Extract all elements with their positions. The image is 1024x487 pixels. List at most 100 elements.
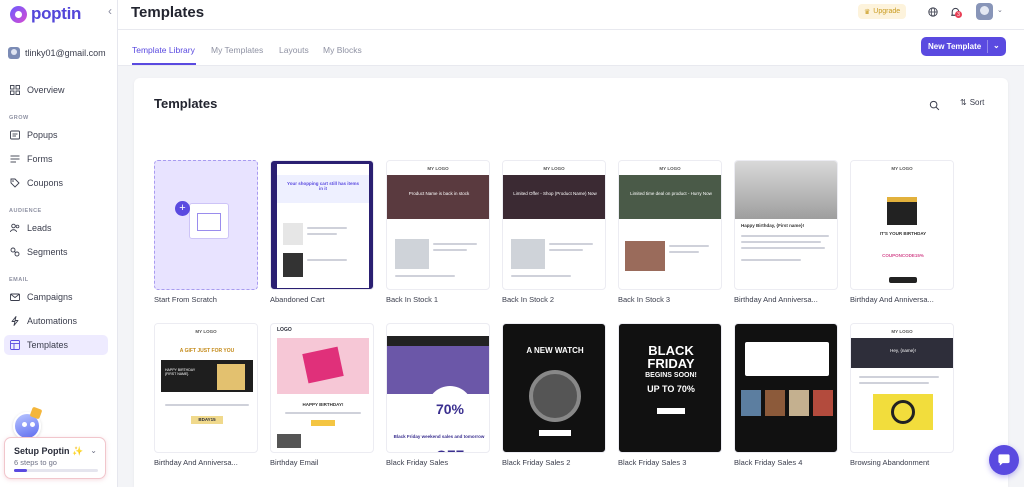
sidebar-item-leads[interactable]: Leads (4, 218, 108, 238)
template-label: Birthday And Anniversa... (734, 295, 818, 304)
thumb-headline: IT'S YOUR BIRTHDAY (879, 231, 927, 236)
tab-layouts[interactable]: Layouts (279, 45, 309, 55)
mascot-avatar (13, 412, 41, 440)
new-template-label: New Template (928, 42, 982, 51)
sidebar-item-campaigns[interactable]: Campaigns (4, 287, 108, 307)
template-label: Back In Stock 1 (386, 295, 439, 304)
template-thumbnail[interactable]: A NEW WATCH (502, 323, 606, 453)
template-thumbnail[interactable]: MY LOGO Limited Offer - Shop (Product Na… (502, 160, 606, 290)
setup-progress-fill (14, 469, 27, 472)
template-thumbnail[interactable]: MY LOGO Limited time deal on product - H… (618, 160, 722, 290)
thumb-headline: Limited time deal on product - Hurry Now (630, 191, 712, 196)
thumb-coupon: COUPONCODE15% (882, 253, 924, 258)
thumb-discount: UP TO 70% (647, 384, 695, 394)
template-card-black-friday-2[interactable]: A NEW WATCH Black Friday Sales 2 (502, 323, 606, 467)
popup-window-icon (10, 130, 20, 140)
thumb-subhead: HAPPY BIRTHDAY {FIRST NAME} (165, 368, 196, 376)
thumb-subhead: Black Friday weekend sales and tomorrow (393, 434, 485, 439)
chevron-down-icon[interactable]: ⌄ (997, 6, 1003, 14)
page-title: Templates (131, 4, 205, 21)
thumb-headline: A GIFT JUST FOR YOU (179, 348, 235, 354)
tab-my-blocks[interactable]: My Blocks (323, 45, 362, 55)
template-thumbnail[interactable]: MY LOGO A GIFT JUST FOR YOU HAPPY BIRTHD… (154, 323, 258, 453)
sidebar-item-label: Leads (27, 223, 52, 233)
active-tab-indicator (132, 63, 196, 65)
new-template-button[interactable]: New Template ⌄ (921, 37, 1006, 56)
tab-template-library[interactable]: Template Library (132, 45, 195, 55)
template-thumbnail[interactable]: LOGO HAPPY BIRTHDAY! (270, 323, 374, 453)
template-thumbnail[interactable]: MY LOGO Product Name is back in stock (386, 160, 490, 290)
template-label: Black Friday Sales 3 (618, 458, 687, 467)
watch-icon (529, 370, 581, 422)
template-thumbnail[interactable]: MY LOGO Hey, {name}! (850, 323, 954, 453)
thumb-logo: MY LOGO (387, 161, 489, 175)
globe-icon[interactable] (926, 5, 940, 19)
template-label: Back In Stock 2 (502, 295, 555, 304)
template-label: Birthday And Anniversa... (154, 458, 238, 467)
template-icon (10, 340, 20, 350)
template-thumbnail[interactable]: 70% OFF Black Friday weekend sales and t… (386, 323, 490, 453)
template-card-black-friday-3[interactable]: BLACK FRIDAY BEGINS SOON! UP TO 70% Blac… (618, 323, 722, 467)
template-card-birthday-3[interactable]: MY LOGO A GIFT JUST FOR YOU HAPPY BIRTHD… (154, 323, 258, 467)
template-card-back-in-stock-2[interactable]: MY LOGO Limited Offer - Shop (Product Na… (502, 160, 606, 304)
mail-icon (10, 292, 20, 302)
button-divider (987, 40, 988, 53)
thumb-logo: MY LOGO (851, 161, 953, 175)
sidebar-item-coupons[interactable]: Coupons (4, 173, 108, 193)
sidebar-item-segments[interactable]: Segments (4, 242, 108, 262)
template-card-back-in-stock-1[interactable]: MY LOGO Product Name is back in stock Ba… (386, 160, 490, 304)
template-card-back-in-stock-3[interactable]: MY LOGO Limited time deal on product - H… (618, 160, 722, 304)
thumb-subhead: BEGINS SOON! (645, 372, 697, 379)
template-thumbnail[interactable] (734, 323, 838, 453)
account-switcher[interactable]: tlinky01@gmail.com (8, 47, 106, 59)
sidebar-item-automations[interactable]: Automations (4, 311, 108, 331)
sidebar-item-forms[interactable]: Forms (4, 149, 108, 169)
template-label: Abandoned Cart (270, 295, 325, 304)
template-thumbnail[interactable]: Happy Birthday, {First name}! (734, 160, 838, 290)
template-thumbnail[interactable]: + (154, 160, 258, 290)
upgrade-button[interactable]: ♛ Upgrade (858, 4, 907, 19)
headphones-icon (891, 400, 915, 424)
thumb-headline: BLACK FRIDAY (647, 343, 695, 371)
sidebar-item-label: Overview (27, 85, 65, 95)
template-thumbnail[interactable]: Your shopping cart still has items in it (270, 160, 374, 290)
template-label: Birthday And Anniversa... (850, 295, 934, 304)
sidebar-item-popups[interactable]: Popups (4, 125, 108, 145)
template-thumbnail[interactable]: MY LOGO IT'S YOUR BIRTHDAY COUPONCODE15% (850, 160, 954, 290)
setup-title: Setup Poptin ✨ (14, 446, 84, 456)
chevron-down-icon[interactable]: ⌄ (993, 41, 1000, 50)
section-label-audience: AUDIENCE (9, 208, 42, 214)
collapse-sidebar-icon[interactable]: ‹ (108, 4, 112, 18)
sidebar-item-label: Campaigns (27, 292, 73, 302)
gift-icon (887, 197, 917, 225)
bell-icon[interactable]: 3 (948, 5, 962, 19)
chat-support-button[interactable] (989, 445, 1019, 475)
template-thumbnail[interactable]: BLACK FRIDAY BEGINS SOON! UP TO 70% (618, 323, 722, 453)
sort-icon: ⇅ (960, 98, 967, 107)
thumb-headline: Limited Offer - Shop (Product Name) Now (513, 191, 597, 196)
tab-my-templates[interactable]: My Templates (211, 45, 263, 55)
setup-steps-remaining: 6 steps to go (14, 458, 57, 467)
template-card-black-friday-4[interactable]: Black Friday Sales 4 (734, 323, 838, 467)
sidebar-item-overview[interactable]: Overview (4, 80, 108, 100)
template-card-browsing-abandonment[interactable]: MY LOGO Hey, {name}! Browsing Abandonmen… (850, 323, 954, 467)
chevron-down-icon[interactable]: ⌄ (90, 446, 97, 455)
setup-poptin-widget[interactable]: Setup Poptin ✨ 6 steps to go ⌄ (4, 437, 106, 479)
sidebar-item-label: Forms (27, 154, 53, 164)
template-card-abandoned-cart[interactable]: Your shopping cart still has items in it… (270, 160, 374, 304)
poptin-logo[interactable]: poptin (10, 4, 81, 24)
section-label-email: EMAIL (9, 277, 29, 283)
sort-button[interactable]: ⇅ Sort (960, 98, 984, 107)
sidebar-item-templates[interactable]: Templates (4, 335, 108, 355)
thumb-logo: MY LOGO (155, 324, 257, 338)
template-card-birthday-2[interactable]: MY LOGO IT'S YOUR BIRTHDAY COUPONCODE15%… (850, 160, 954, 304)
template-card-birthday-1[interactable]: Happy Birthday, {First name}! Birthday A… (734, 160, 838, 304)
user-avatar[interactable] (976, 3, 993, 20)
logo-text: poptin (31, 4, 82, 23)
template-card-birthday-email[interactable]: LOGO HAPPY BIRTHDAY! Birthday Email (270, 323, 374, 467)
thumb-headline: Your shopping cart still has items in it (287, 181, 359, 191)
search-icon[interactable] (929, 98, 941, 111)
chat-bubble-icon (998, 454, 1010, 466)
template-card-black-friday-1[interactable]: 70% OFF Black Friday weekend sales and t… (386, 323, 490, 467)
template-card-start-from-scratch[interactable]: + Start From Scratch (154, 160, 258, 304)
